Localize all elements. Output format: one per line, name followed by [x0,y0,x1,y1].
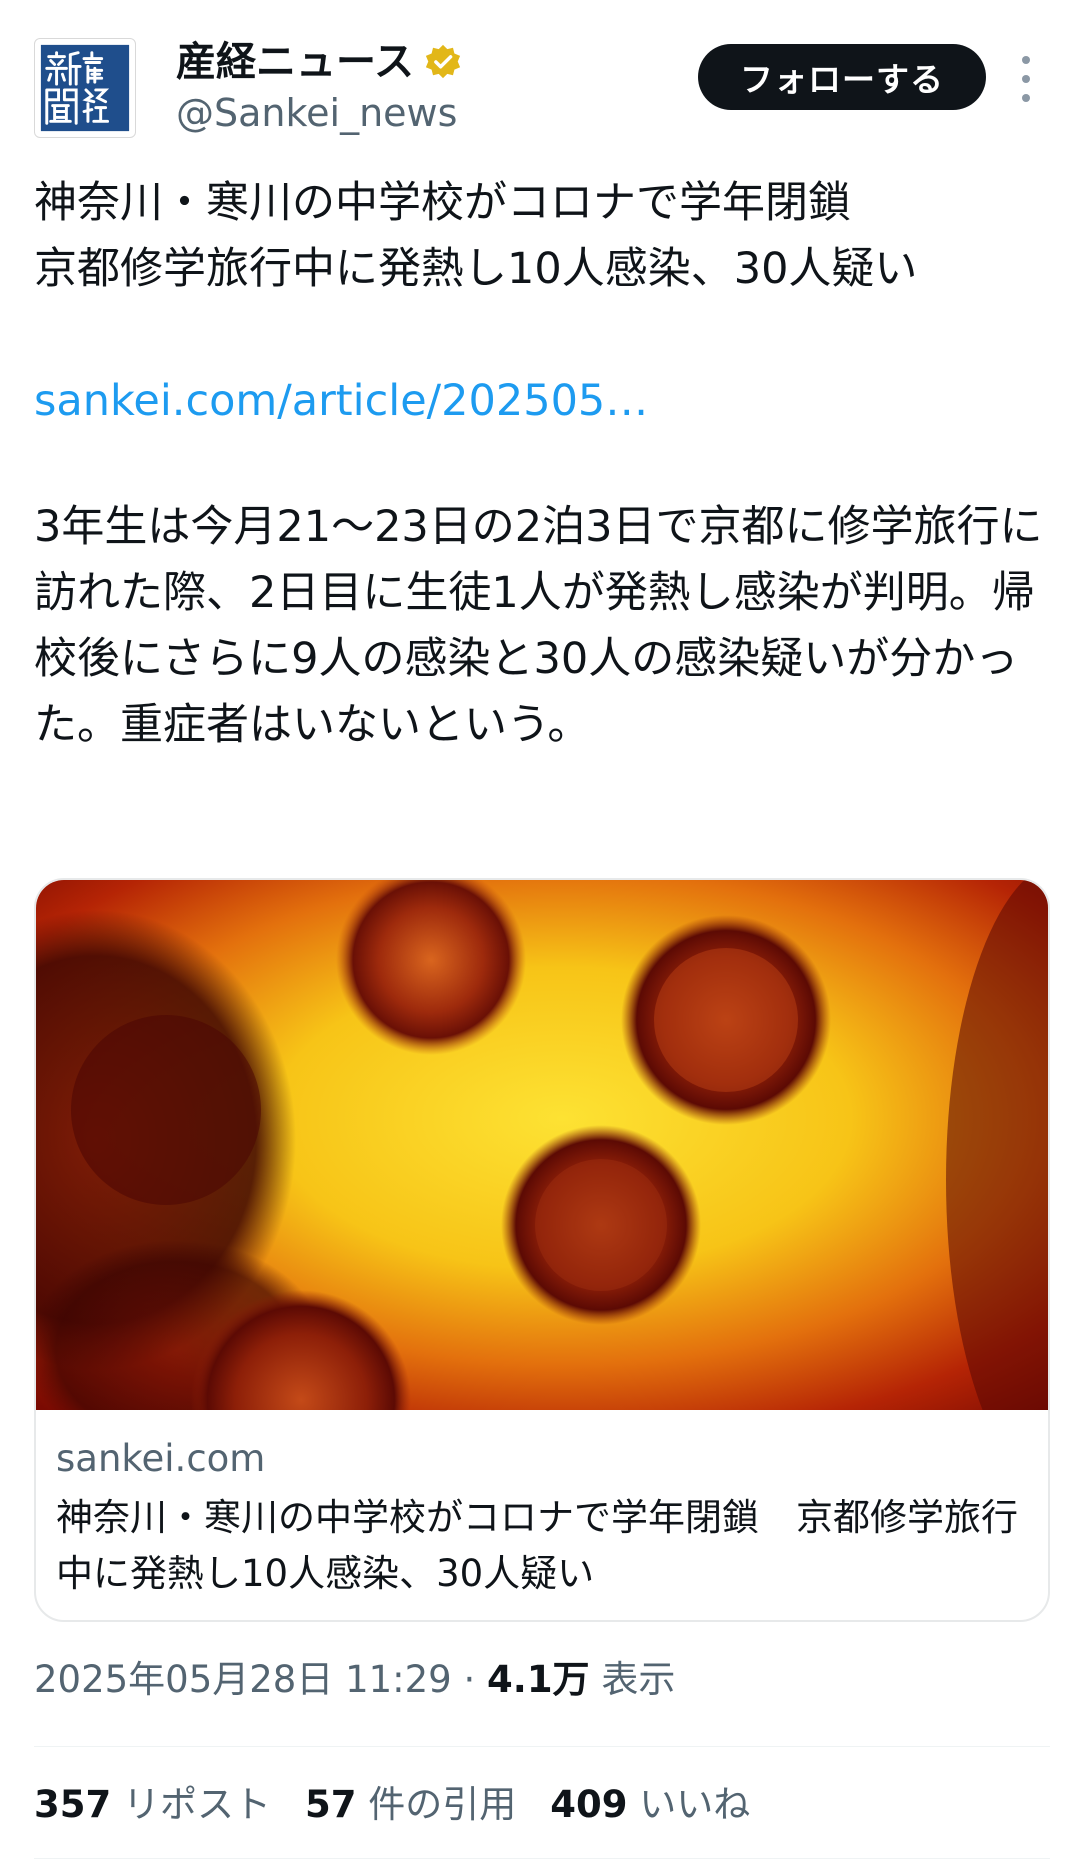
more-options-icon[interactable] [1014,56,1038,102]
link-card[interactable]: sankei.com 神奈川・寒川の中学校がコロナで学年閉鎖 京都修学旅行中に発… [34,878,1050,1622]
views-label: 表示 [601,1658,676,1701]
likes-stat[interactable]: 409 いいね [550,1780,750,1830]
tweet-body: 3年生は今月21〜23日の2泊3日で京都に修学旅行に訪れた際、2日目に生徒1人が… [34,502,1043,750]
quotes-stat[interactable]: 57 件の引用 [305,1780,516,1830]
virus-micrograph-image [36,880,1048,1410]
divider [34,1746,1050,1747]
engagement-stats: 357 リポスト 57 件の引用 409 いいね [34,1780,784,1830]
likes-count: 409 [550,1783,628,1826]
reposts-count: 357 [34,1783,112,1826]
tweet-meta: 2025年05月28日 11:29 · 4.1万 表示 [34,1655,675,1705]
views-count: 4.1万 [487,1658,590,1701]
more-dot [1022,56,1030,64]
display-name[interactable]: 産経ニュース [176,38,414,86]
timestamp[interactable]: 2025年05月28日 11:29 [34,1658,452,1701]
follow-button[interactable]: フォローする [698,44,986,110]
verified-badge-icon [425,44,461,79]
card-title: 神奈川・寒川の中学校がコロナで学年閉鎖 京都修学旅行中に発熱し10人感染、30人… [56,1496,1018,1595]
sankei-logo-icon [40,44,130,132]
reposts-stat[interactable]: 357 リポスト [34,1780,271,1830]
avatar[interactable] [34,38,136,138]
card-image[interactable] [36,880,1048,1410]
reposts-label: リポスト [123,1783,271,1826]
quotes-count: 57 [305,1783,357,1826]
tweet-link[interactable]: sankei.com/article/202505… [34,368,648,434]
likes-label: いいね [639,1783,751,1826]
quotes-label: 件の引用 [368,1783,517,1826]
meta-separator: · [451,1658,488,1701]
more-dot [1022,75,1030,83]
divider [34,1858,1050,1859]
name-row: 産経ニュース [176,38,462,86]
tweet-header: 産経ニュース @Sankei_news フォローする [0,0,1080,150]
more-dot [1022,94,1030,102]
account-handle[interactable]: @Sankei_news [176,90,457,136]
card-domain: sankei.com [56,1437,266,1480]
tweet-headline: 神奈川・寒川の中学校がコロナで学年閉鎖 京都修学旅行中に発熱し10人感染、30人… [34,178,918,294]
